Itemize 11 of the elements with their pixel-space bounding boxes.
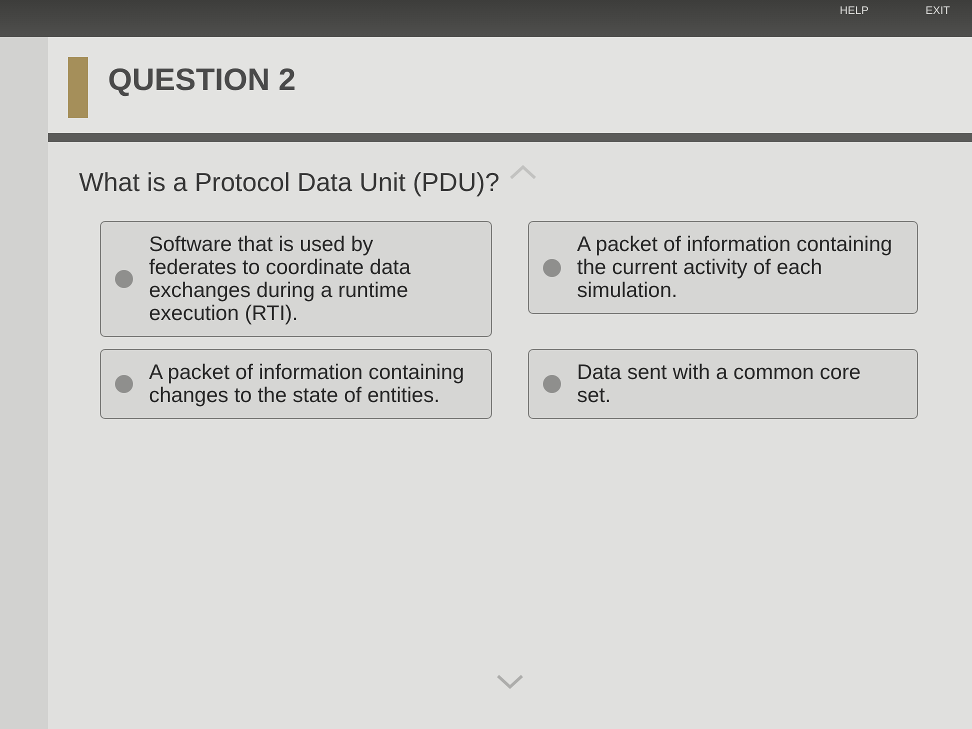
help-button[interactable]: HELP [840, 4, 869, 18]
answer-option[interactable]: A packet of information containing changes to the state of entities. [100, 349, 492, 419]
answer-option[interactable]: A packet of information containing the current activity of each simulation. [528, 221, 918, 314]
exit-button[interactable]: EXIT [926, 4, 950, 18]
question-text: What is a Protocol Data Unit (PDU)? [79, 167, 500, 197]
answer-option[interactable]: Data sent with a common core set. [528, 349, 918, 419]
answer-option[interactable]: Software that is used by federates to coordinate data exchanges during a runtime execution (RTI). [100, 221, 492, 337]
chevron-up-icon[interactable] [509, 164, 538, 180]
accent-bar [68, 57, 88, 118]
question-number: QUESTION 2 [108, 62, 296, 98]
chevron-down-icon[interactable] [496, 674, 524, 690]
